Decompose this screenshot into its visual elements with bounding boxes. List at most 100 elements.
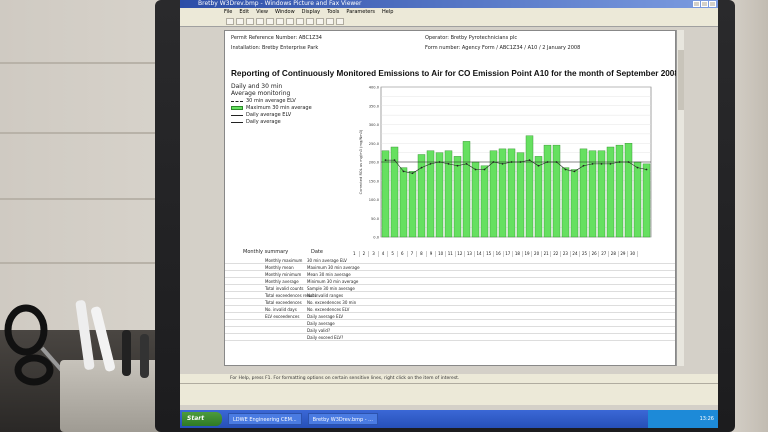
daily-average-point [519, 161, 522, 163]
permit-reference: Permit Reference Number: ABC1Z34 [231, 35, 322, 41]
row-label: Daily exceed ELV? [307, 335, 344, 340]
cut-icon[interactable] [266, 18, 274, 25]
daily-average-point [618, 161, 621, 163]
bar [606, 146, 615, 238]
chart-legend: Daily and 30 min Average monitoring 30 m… [231, 83, 341, 125]
table-row: Monthly maximum 30 min average ELV [225, 257, 675, 264]
row-label: Daily average [307, 321, 335, 326]
row-label: 30 min average ELV [307, 258, 347, 263]
y-tick-label: 50.0 [371, 217, 380, 221]
legend-item: 30 min average ELV [231, 98, 341, 104]
paste-icon[interactable] [286, 18, 294, 25]
pen [140, 334, 149, 378]
save-icon[interactable] [246, 18, 254, 25]
bar [399, 167, 408, 238]
new-icon[interactable] [226, 18, 234, 25]
close-button[interactable] [709, 1, 716, 7]
daily-average-point [645, 168, 648, 171]
row-label: Daily average ELV [307, 314, 344, 319]
table-row: Monthly mean Maximum 30 min average [225, 264, 675, 271]
bar [516, 152, 525, 238]
monthly-summary-label: Monthly summary [243, 249, 289, 255]
open-icon[interactable] [236, 18, 244, 25]
taskbar-item[interactable]: LDWE Engineering CEM... [228, 413, 302, 425]
menu-parameters[interactable]: Parameters [346, 8, 375, 17]
window-title: Bretby W3Drev.bmp - Windows Picture and … [198, 0, 362, 7]
taskbar-item[interactable]: Bretby W3Drev.bmp - ... [307, 413, 378, 425]
y-tick-label: 150.0 [369, 179, 380, 183]
minimize-button[interactable] [693, 1, 700, 7]
bar [570, 169, 579, 238]
viewer-controls-bar [180, 383, 718, 405]
legend-heading: Daily and 30 min [231, 83, 283, 90]
table-row: Total exceedences results No. invalid ran… [225, 292, 675, 299]
wall-tile-line [0, 198, 160, 200]
wall-tile-line [0, 62, 160, 64]
zoom-icon[interactable] [316, 18, 324, 25]
table-row: No. invalid days No. exceedences ELV [225, 306, 675, 313]
bar [552, 144, 561, 238]
daily-average-point [492, 161, 495, 163]
menu-tools[interactable]: Tools [327, 8, 339, 17]
daily-average-point [573, 170, 576, 173]
report-title: Reporting of Continuously Monitored Emis… [231, 69, 679, 78]
menu-edit[interactable]: Edit [239, 8, 249, 17]
daily-average-point [609, 162, 612, 165]
bar [381, 150, 390, 238]
menu-display[interactable]: Display [302, 8, 320, 17]
system-tray-clock: 13:26 [648, 410, 718, 428]
bar [543, 144, 552, 238]
menu-bar: File Edit View Window Display Tools Para… [180, 8, 718, 17]
refresh-icon[interactable] [326, 18, 334, 25]
menu-view[interactable]: View [256, 8, 268, 17]
maximize-button[interactable] [701, 1, 708, 7]
table-row: Daily average [225, 320, 675, 327]
daily-average-point [510, 161, 513, 163]
daily-average-point [627, 161, 630, 163]
status-bar: For Help, press F1. For formatting optio… [180, 374, 718, 383]
emissions-chart: 400.0 350.0 300.0 250.0 200.0 150.0 100.0 50.0 0… [359, 86, 652, 240]
settings-icon[interactable] [336, 18, 344, 25]
menu-file[interactable]: File [224, 8, 232, 17]
window-titlebar: Bretby W3Drev.bmp - Windows Picture and … [180, 0, 718, 8]
y-tick-label: 0.0 [373, 236, 379, 240]
scrollbar-thumb[interactable] [678, 50, 684, 110]
daily-average-point [384, 159, 387, 162]
table-row: Total invalid counts Sample 30 min averag… [225, 285, 675, 292]
daily-average-point [591, 162, 594, 165]
group-label: Total invalid counts [265, 286, 304, 291]
daily-average-point [474, 168, 477, 171]
vertical-scrollbar[interactable] [676, 30, 684, 366]
table-row: Monthly average Minimum 30 min average [225, 278, 675, 285]
y-tick-label: 350.0 [369, 104, 380, 108]
y-tick-label: 300.0 [369, 123, 380, 127]
group-label: Monthly average [265, 279, 299, 284]
daily-average-point [393, 159, 396, 162]
daily-average-point [555, 161, 558, 163]
row-label: Maximum 30 min average [307, 265, 360, 270]
legend-item: Daily average ELV [231, 112, 341, 118]
group-label: ELV exceedences [265, 314, 300, 319]
daily-average-point [636, 166, 639, 169]
bar [525, 135, 534, 238]
bar [561, 167, 570, 238]
menu-help[interactable]: Help [382, 8, 393, 17]
copy-icon[interactable] [276, 18, 284, 25]
menu-window[interactable]: Window [275, 8, 295, 17]
row-label: Daily valid? [307, 328, 331, 333]
table-row: ELV exceedences Daily average ELV [225, 313, 675, 320]
y-tick-label: 100.0 [369, 198, 380, 202]
print-icon[interactable] [256, 18, 264, 25]
table-icon[interactable] [306, 18, 314, 25]
group-label: Total exceedences [265, 300, 302, 305]
group-label: Monthly mean [265, 265, 294, 270]
daily-average-point [537, 164, 540, 167]
row-label: No. invalid ranges [307, 293, 344, 298]
chart-icon[interactable] [296, 18, 304, 25]
daily-average-point [600, 162, 603, 165]
daily-average-point [429, 162, 432, 165]
start-button[interactable]: Start [182, 412, 222, 426]
table-row: Total exceedences No. exceedences 30 min [225, 299, 675, 306]
daily-average-point [438, 161, 441, 163]
table-row: Daily exceed ELV? [225, 334, 675, 341]
